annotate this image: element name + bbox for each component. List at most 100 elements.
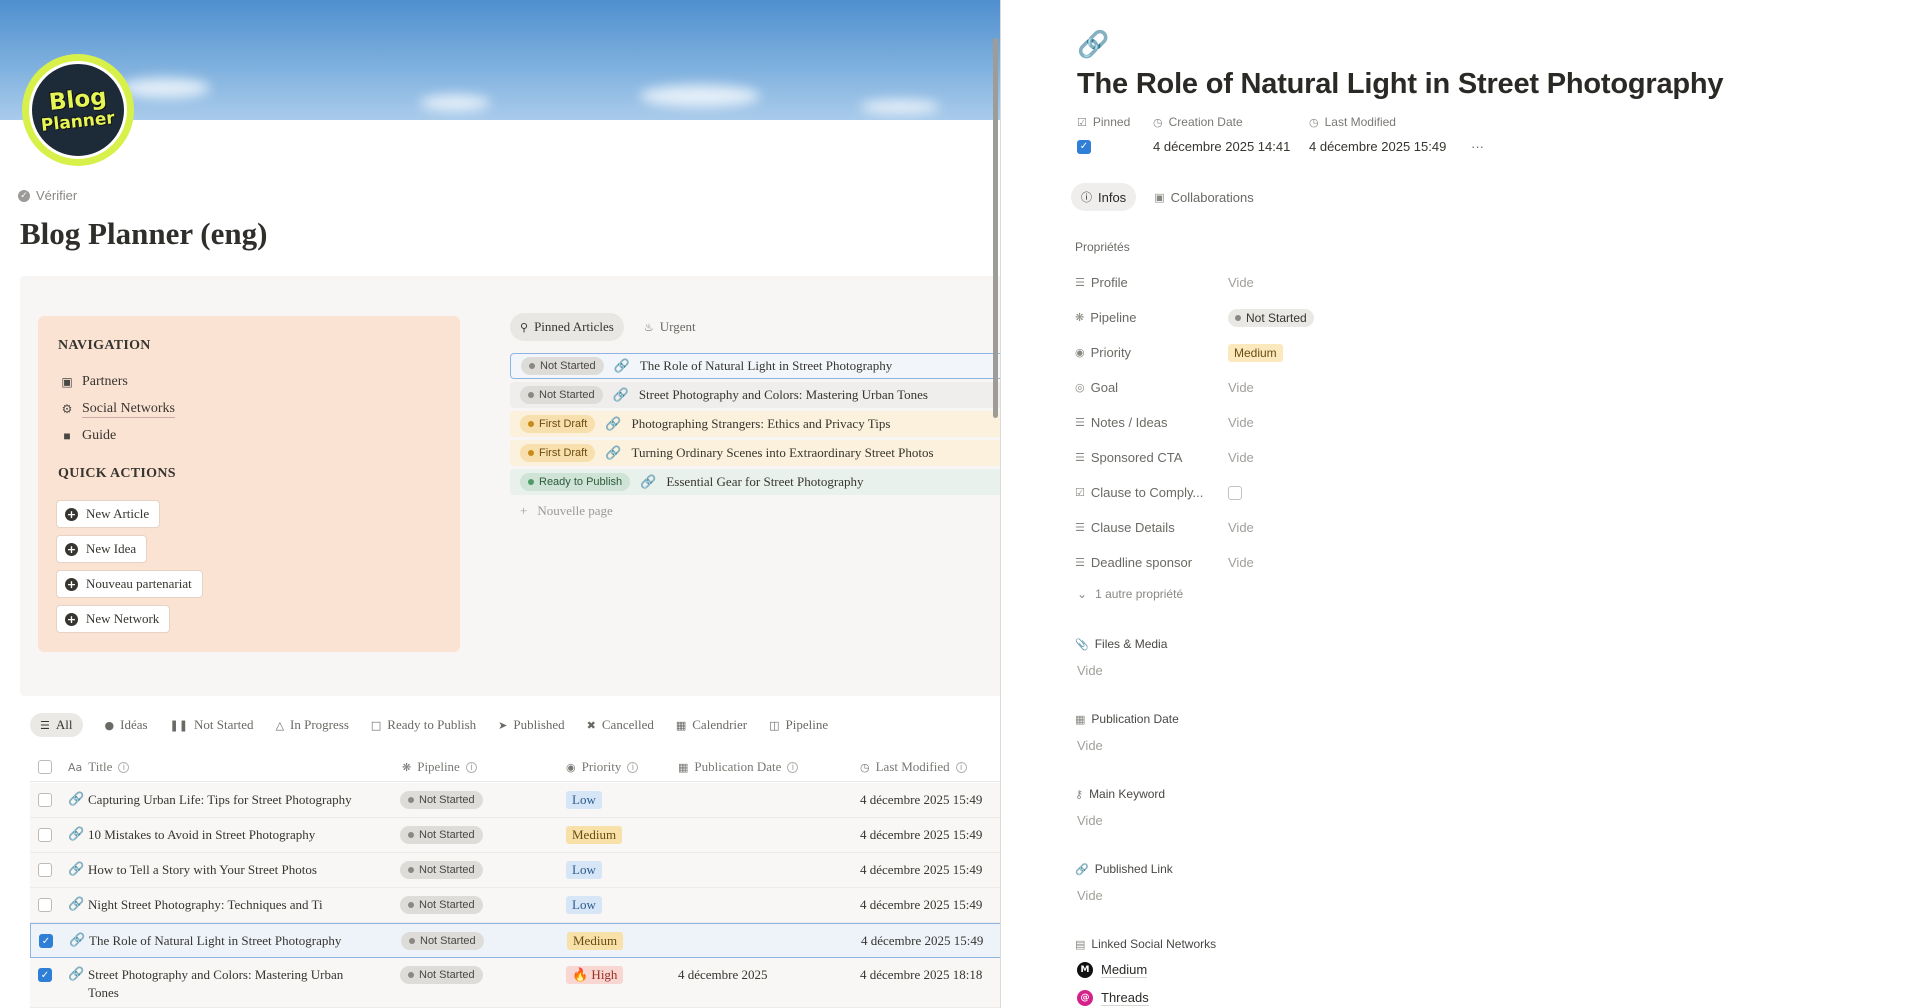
column-last-modified[interactable]: ◷ Last Modified i xyxy=(860,759,967,775)
column-label: Publication Date xyxy=(694,759,782,774)
nav-item-social-networks[interactable]: ⚙ Social Networks xyxy=(60,401,175,418)
row-title[interactable]: Street Photography and Colors: Mastering… xyxy=(88,967,343,983)
column-label: Last Modified xyxy=(875,759,950,774)
files-media-value[interactable]: Vide xyxy=(1077,663,1103,678)
navigation-card xyxy=(38,316,460,652)
scrollbar[interactable] xyxy=(993,38,998,418)
creation-date-value: 4 décembre 2025 14:41 xyxy=(1153,139,1291,154)
briefcase-icon: ▣ xyxy=(61,374,73,389)
nav-item-partners[interactable]: ▣ Partners xyxy=(60,374,128,390)
tab-not-started[interactable]: ❚❚ Not Started xyxy=(170,713,254,737)
main-keyword-value[interactable]: Vide xyxy=(1077,813,1103,828)
tab-pinned-articles[interactable]: ⚲ Pinned Articles xyxy=(510,313,624,341)
publication-date-value[interactable]: Vide xyxy=(1077,738,1103,753)
new-page-button[interactable]: + Nouvelle page xyxy=(520,503,613,519)
table-row[interactable]: 🔗 How to Tell a Story with Your Street P… xyxy=(30,853,1000,888)
published-link-value[interactable]: Vide xyxy=(1077,888,1103,903)
tab-label: In Progress xyxy=(290,717,349,732)
property-priority[interactable]: ◉ Priority Medium xyxy=(1075,343,1775,365)
property-sponsored-cta[interactable]: ☰ Sponsored CTA Vide xyxy=(1075,448,1775,470)
row-title[interactable]: 10 Mistakes to Avoid in Street Photograp… xyxy=(88,827,315,843)
more-options-button[interactable]: ··· xyxy=(1471,139,1484,154)
detail-panel: 🔗 The Role of Natural Light in Street Ph… xyxy=(1001,0,1920,1008)
row-checkbox[interactable] xyxy=(38,863,52,877)
tab-infos[interactable]: ⓘ Infos xyxy=(1071,183,1137,211)
hourglass-icon: △ xyxy=(275,718,285,732)
pinned-row[interactable]: First Draft 🔗 Turning Ordinary Scenes in… xyxy=(510,440,1000,466)
tab-ready-to-publish[interactable]: □ Ready to Publish xyxy=(371,713,476,737)
row-checkbox[interactable] xyxy=(38,793,52,807)
row-title[interactable]: Capturing Urban Life: Tips for Street Ph… xyxy=(88,792,352,808)
info-icon: i xyxy=(465,761,477,773)
row-checkbox[interactable]: ✓ xyxy=(39,934,53,948)
new-network-button[interactable]: + New Network xyxy=(56,605,171,633)
cover-image[interactable] xyxy=(0,0,1000,120)
column-label: Title xyxy=(88,759,113,774)
medium-icon: M xyxy=(1077,962,1093,978)
network-icon: ⚙ xyxy=(61,402,73,416)
row-checkbox[interactable] xyxy=(38,828,52,842)
property-profile[interactable]: ☰ Profile Vide xyxy=(1075,273,1775,295)
property-clause-to-comply[interactable]: ☑ Clause to Comply... xyxy=(1075,483,1775,505)
table-row[interactable]: ✓ 🔗 Street Photography and Colors: Maste… xyxy=(30,958,1000,1008)
property-key: Clause to Comply... xyxy=(1090,485,1204,500)
property-clause-details[interactable]: ☰ Clause Details Vide xyxy=(1075,518,1775,540)
link-icon[interactable]: 🔗 xyxy=(1077,30,1109,60)
nav-item-guide[interactable]: ■ Guide xyxy=(60,428,116,444)
column-pipeline[interactable]: ❋ Pipeline i xyxy=(402,759,477,775)
property-key: Notes / Ideas xyxy=(1090,415,1168,430)
table-row[interactable]: 🔗 10 Mistakes to Avoid in Street Photogr… xyxy=(30,818,1000,853)
social-name: Medium xyxy=(1101,962,1148,978)
linked-social-threads[interactable]: @ Threads xyxy=(1077,990,1149,1006)
pinned-checkbox[interactable]: ✓ xyxy=(1077,140,1091,154)
status-badge: Not Started xyxy=(400,966,483,984)
select-all-checkbox[interactable] xyxy=(38,760,52,774)
last-modified-value: 4 décembre 2025 15:49 xyxy=(860,792,983,807)
page-logo-icon[interactable]: Blog Planner xyxy=(22,54,134,166)
tab-collaborations[interactable]: ▣ Collaborations xyxy=(1144,183,1264,211)
pinned-row[interactable]: First Draft 🔗 Photographing Strangers: E… xyxy=(510,411,1000,437)
tab-published[interactable]: ➤ Published xyxy=(498,713,565,737)
clause-checkbox[interactable] xyxy=(1228,486,1242,500)
calendar-icon: ▦ xyxy=(678,760,689,774)
table-row[interactable]: ✓ 🔗 The Role of Natural Light in Street … xyxy=(30,923,1000,958)
verify-badge[interactable]: ✓ Vérifier xyxy=(18,188,77,203)
row-title[interactable]: Night Street Photography: Techniques and… xyxy=(88,897,323,913)
tab-pipeline[interactable]: ◫ Pipeline xyxy=(769,713,828,737)
new-partnership-button[interactable]: + Nouveau partenariat xyxy=(56,570,203,598)
last-modified-value: 4 décembre 2025 15:49 xyxy=(1309,139,1447,154)
pinned-row[interactable]: Ready to Publish 🔗 Essential Gear for St… xyxy=(510,469,1000,495)
row-title[interactable]: How to Tell a Story with Your Street Pho… xyxy=(88,862,317,878)
property-notes-ideas[interactable]: ☰ Notes / Ideas Vide xyxy=(1075,413,1775,435)
row-checkbox[interactable]: ✓ xyxy=(38,968,52,982)
tab-cancelled[interactable]: ✖ Cancelled xyxy=(587,713,654,737)
property-pipeline[interactable]: ❋ Pipeline Not Started xyxy=(1075,308,1775,330)
new-article-button[interactable]: + New Article xyxy=(56,500,161,528)
row-title[interactable]: The Role of Natural Light in Street Phot… xyxy=(89,933,341,949)
column-publication-date[interactable]: ▦ Publication Date i xyxy=(678,759,799,775)
column-title[interactable]: Aa Title i xyxy=(68,759,130,775)
tab-urgent[interactable]: ♨ Urgent xyxy=(634,313,706,341)
tab-in-progress[interactable]: △ In Progress xyxy=(276,713,349,737)
pinned-row-title: Street Photography and Colors: Mastering… xyxy=(638,387,928,402)
pinned-row[interactable]: Not Started 🔗 Street Photography and Col… xyxy=(510,382,1000,408)
tab-calendar[interactable]: ▦ Calendrier xyxy=(676,713,747,737)
table-row[interactable]: 🔗 Night Street Photography: Techniques a… xyxy=(30,888,1000,923)
detail-title[interactable]: The Role of Natural Light in Street Phot… xyxy=(1077,68,1724,101)
database-icon: ☰ xyxy=(40,718,50,732)
link-icon: 🔗 xyxy=(605,416,622,432)
linked-social-medium[interactable]: M Medium xyxy=(1077,962,1148,978)
pinned-row[interactable]: Not Started 🔗 The Role of Natural Light … xyxy=(510,353,1000,379)
book-icon: ■ xyxy=(63,428,71,443)
property-goal[interactable]: ◎ Goal Vide xyxy=(1075,378,1775,400)
tab-ideas[interactable]: ● Idéas xyxy=(105,713,148,737)
column-priority[interactable]: ◉ Priority i xyxy=(566,759,639,775)
property-deadline-sponsor[interactable]: ☰ Deadline sponsor Vide xyxy=(1075,553,1775,575)
page-title[interactable]: Blog Planner (eng) xyxy=(20,216,267,252)
tab-all[interactable]: ☰ All xyxy=(30,713,83,737)
table-row[interactable]: 🔗 Capturing Urban Life: Tips for Street … xyxy=(30,783,1000,818)
row-checkbox[interactable] xyxy=(38,898,52,912)
link-icon: 🔗 xyxy=(640,474,657,490)
more-properties-toggle[interactable]: ⌄ 1 autre propriété xyxy=(1077,587,1183,601)
new-idea-button[interactable]: + New Idea xyxy=(56,535,148,563)
